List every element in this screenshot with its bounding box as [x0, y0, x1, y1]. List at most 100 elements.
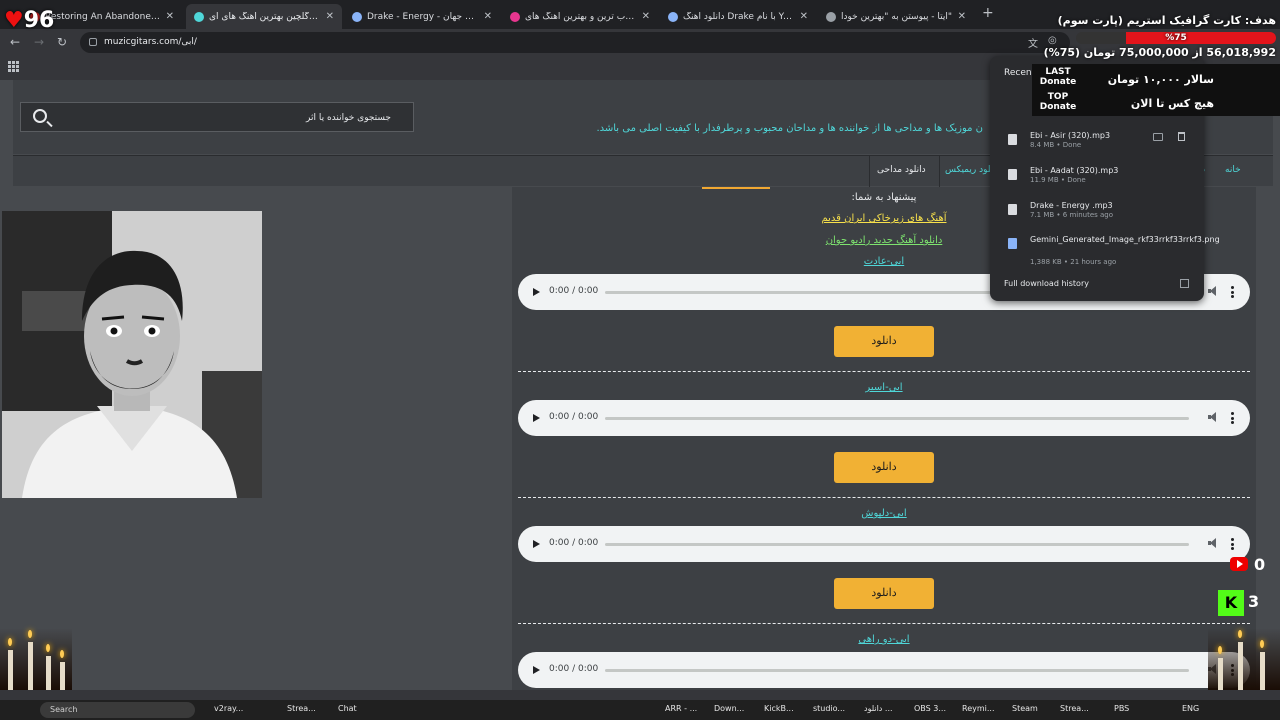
more-options-icon[interactable] [1231, 412, 1234, 424]
download-button[interactable]: دانلود [834, 452, 934, 483]
new-tab-icon[interactable]: + [982, 5, 994, 21]
download-button[interactable]: دانلود [834, 578, 934, 609]
download-meta: 1,388 KB • 21 hours ago [1030, 258, 1117, 266]
back-icon[interactable]: ← [10, 35, 20, 49]
youtube-viewer-count: 0 [1254, 555, 1266, 574]
top-donate-value: هیچ کس تا الان [1130, 97, 1214, 110]
play-icon[interactable] [533, 288, 540, 296]
divider [518, 623, 1250, 624]
taskbar-app[interactable]: Strea... [287, 704, 316, 713]
player-time: 0:00 / 0:00 [549, 412, 599, 422]
site-favicon-icon [668, 11, 678, 22]
goal-progress-bar: %75 [1076, 32, 1276, 44]
taskbar-app[interactable]: OBS 3... [914, 704, 946, 713]
globe-icon [352, 11, 362, 22]
play-icon[interactable] [533, 540, 540, 548]
play-icon[interactable] [533, 666, 540, 674]
goal-title: هدف: کارت گرافیک استریم (پارت سوم) [1057, 14, 1276, 27]
downloads-panel-title: Recen [1004, 68, 1032, 78]
tray-language[interactable]: ENG [1182, 704, 1199, 713]
taskbar-app[interactable]: Steam [1012, 704, 1038, 713]
menu-item-home[interactable]: خانه [1225, 165, 1241, 175]
menu-separator [869, 156, 870, 187]
site-info-icon[interactable] [89, 38, 97, 46]
tab-1[interactable]: دانلود گلچین بهترین آهنگ های ای ✕ [186, 4, 342, 29]
donation-goal: هدف: کارت گرافیک استریم (پارت سوم) %75 5… [1044, 14, 1280, 62]
menu-item-maddahi[interactable]: دانلود مداحی [877, 165, 926, 175]
download-item[interactable]: Ebi - Asir (320).mp3 8.4 MB • Done [990, 128, 1204, 162]
forward-icon[interactable]: → [34, 35, 44, 49]
goal-amount: 56,018,992 از 75,000,000 تومان (75%) [1043, 46, 1276, 59]
eye-off-icon[interactable]: ◎ [1048, 35, 1057, 46]
taskbar-app[interactable]: studio... [813, 704, 845, 713]
close-tab-icon[interactable]: ✕ [958, 11, 966, 22]
download-item[interactable]: Ebi - Aadat (320).mp3 11.9 MB • Done [990, 163, 1204, 197]
audio-player[interactable]: 0:00 / 0:00 [518, 652, 1250, 688]
tab-2[interactable]: Drake - Energy - یک های جهان ✕ [344, 4, 500, 29]
address-bar[interactable]: muzicgitars.com/ابی/ [80, 32, 1070, 53]
divider [518, 497, 1250, 498]
tray-pbs[interactable]: PBS [1114, 704, 1129, 713]
file-icon [1008, 134, 1017, 145]
audio-player[interactable]: 0:00 / 0:00 [518, 526, 1250, 562]
taskbar-app[interactable]: KickB... [764, 704, 794, 713]
heart-count: 96 [23, 8, 55, 33]
progress-track[interactable] [605, 669, 1189, 672]
volume-icon[interactable] [1208, 286, 1216, 296]
taskbar-app[interactable]: Down... [714, 704, 744, 713]
song-title[interactable]: ابی-دلپوش [512, 508, 1256, 519]
tab-title: ایتا - پیوستن به "بهترین خودا" [841, 11, 953, 22]
download-button[interactable]: دانلود [834, 326, 934, 357]
divider [518, 371, 1250, 372]
progress-track[interactable] [605, 543, 1189, 546]
tab-3[interactable]: محبوب ترین و بهترین آهنگ های ✕ [502, 4, 658, 29]
kick-icon: K [1218, 590, 1244, 616]
close-tab-icon[interactable]: ✕ [642, 11, 650, 22]
taskbar-app[interactable]: Chat [338, 704, 357, 713]
site-tagline: ن موزیک ها و مداحی ها از خواننده ها و مد… [596, 123, 983, 134]
taskbar-app[interactable]: ARR - ... [665, 704, 697, 713]
tab-title: محبوب ترین و بهترین آهنگ های [525, 11, 637, 22]
audio-player[interactable]: 0:00 / 0:00 [518, 400, 1250, 436]
search-input[interactable]: جستجوی خواننده یا اثر [20, 102, 414, 132]
volume-icon[interactable] [1208, 538, 1216, 548]
search-placeholder: جستجوی خواننده یا اثر [306, 113, 391, 123]
close-tab-icon[interactable]: ✕ [326, 11, 334, 22]
close-tab-icon[interactable]: ✕ [484, 11, 492, 22]
tab-title: Drake - Energy - یک های جهان [367, 11, 479, 22]
translate-icon[interactable]: 文 [1028, 35, 1038, 50]
volume-icon[interactable] [1208, 412, 1216, 422]
download-item[interactable]: Drake - Energy .mp3 7.1 MB • 6 minutes a… [990, 198, 1204, 232]
search-icon[interactable] [33, 109, 47, 123]
tab-5[interactable]: ایتا - پیوستن به "بهترین خودا" ✕ [818, 4, 974, 29]
download-filename: Ebi - Asir (320).mp3 [1030, 131, 1111, 140]
taskbar-app[interactable]: Reymi... [962, 704, 995, 713]
more-options-icon[interactable] [1231, 286, 1234, 298]
delete-icon[interactable] [1178, 132, 1185, 141]
player-time: 0:00 / 0:00 [549, 286, 599, 296]
full-download-history-link[interactable]: Full download history [990, 277, 1204, 295]
more-options-icon[interactable] [1231, 538, 1234, 550]
download-filename: Ebi - Aadat (320).mp3 [1030, 166, 1119, 175]
taskbar-app[interactable]: Strea... [1060, 704, 1089, 713]
open-external-icon[interactable] [1180, 279, 1189, 288]
close-tab-icon[interactable]: ✕ [166, 11, 174, 22]
folder-icon[interactable] [1153, 133, 1163, 141]
taskbar-app[interactable]: دانلود ... [864, 704, 893, 713]
taskbar-search[interactable]: Search [40, 702, 195, 718]
download-filename: Drake - Energy .mp3 [1030, 201, 1113, 210]
tab-4[interactable]: دانلود آهنگ Drake با نام Yeat) ✕ [660, 4, 816, 29]
download-item[interactable]: Gemini_Generated_Image_rkf33rrkf33rrkf3.… [990, 232, 1220, 276]
apps-icon[interactable] [8, 61, 19, 72]
reload-icon[interactable]: ↻ [57, 35, 67, 49]
url-text: muzicgitars.com/ابی/ [104, 37, 197, 47]
close-tab-icon[interactable]: ✕ [800, 11, 808, 22]
taskbar-app[interactable]: v2ray... [214, 704, 243, 713]
player-time: 0:00 / 0:00 [549, 664, 599, 674]
play-icon[interactable] [533, 414, 540, 422]
song-title[interactable]: ابی-اسیر [512, 382, 1256, 393]
tab-title: دانلود آهنگ Drake با نام Yeat) [683, 11, 795, 22]
progress-track[interactable] [605, 417, 1189, 420]
image-file-icon [1008, 238, 1017, 249]
song-title[interactable]: ابی-دو راهی [512, 634, 1256, 645]
